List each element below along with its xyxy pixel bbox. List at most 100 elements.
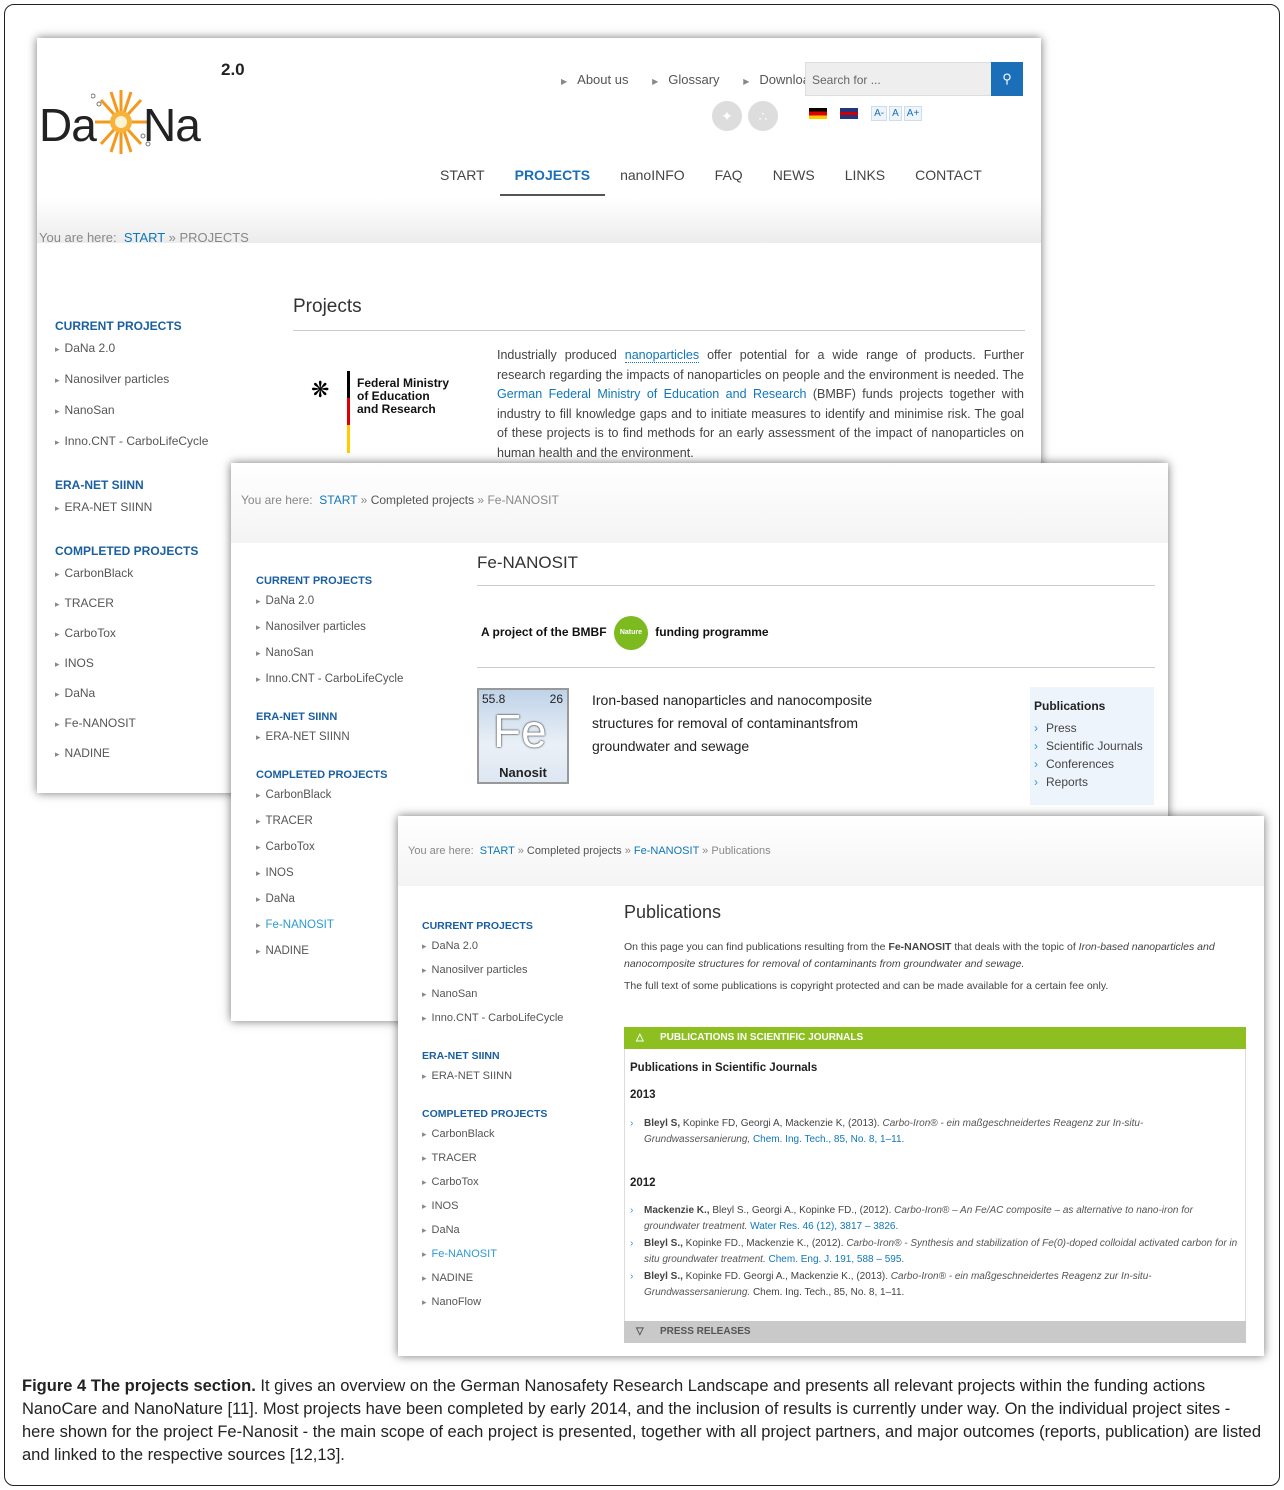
sidebar-item[interactable]: TRACER [55, 596, 208, 610]
bmbf-link[interactable]: German Federal Ministry of Education and… [497, 387, 806, 401]
publications-page-screenshot: You are here: START » Completed projects… [398, 816, 1264, 1356]
logo-text-right: Na [143, 99, 201, 151]
breadcrumb-separator: » [360, 493, 368, 507]
nav-news[interactable]: NEWS [758, 166, 830, 196]
ref-first-author: Mackenzie K., [644, 1205, 710, 1216]
uk-flag-icon[interactable] [840, 107, 859, 119]
logo-name: Nanosit [499, 765, 547, 780]
intro-text: Industrially produced [497, 348, 625, 362]
publication-entry: Bleyl S., Kopinke FD., Mackenzie K., (20… [630, 1236, 1238, 1268]
sidebar-item[interactable]: TRACER [256, 815, 403, 827]
sidebar-item[interactable]: CarbonBlack [422, 1128, 563, 1140]
sidebar-item[interactable]: NanoSan [256, 647, 403, 659]
ref-source-link[interactable]: Chem. Eng. J. 191, 588 – 595. [766, 1254, 905, 1265]
journals-accordion-header[interactable]: △ PUBLICATIONS IN SCIENTIFIC JOURNALS [624, 1027, 1246, 1049]
nav-contact[interactable]: CONTACT [900, 166, 997, 196]
nav-projects[interactable]: PROJECTS [499, 166, 606, 196]
nav-start[interactable]: START [425, 166, 500, 196]
search-input[interactable]: Search for ... [812, 73, 881, 87]
sidebar-item[interactable]: NADINE [256, 945, 403, 957]
breadcrumb-completed[interactable]: Completed projects [371, 493, 474, 507]
sidebar-item[interactable]: Inno.CNT - CarboLifeCycle [256, 673, 404, 685]
breadcrumb-project[interactable]: Fe-NANOSIT [634, 845, 699, 857]
sidebar-item[interactable]: CarboTox [256, 841, 403, 853]
sidebar-item[interactable]: CarbonBlack [55, 566, 208, 580]
dana-logo[interactable]: Da Na 2.0 [39, 60, 249, 190]
publications-menu: Press Scientific Journals Conferences Re… [1034, 721, 1143, 793]
german-flag-icon[interactable] [809, 107, 827, 119]
nanonature-badge[interactable]: Nature [613, 616, 648, 650]
sidebar-heading-current: CURRENT PROJECTS [422, 920, 533, 932]
sidebar-item-selected[interactable]: Fe-NANOSIT [422, 1248, 563, 1260]
sidebar-heading-eranet: ERA-NET SIINN [256, 711, 338, 723]
sidebar-item[interactable]: DaNa [256, 893, 403, 905]
sidebar-item[interactable]: INOS [256, 867, 403, 879]
divider [293, 330, 1025, 331]
nav-links[interactable]: LINKS [830, 166, 900, 196]
breadcrumb-start[interactable]: START [480, 845, 515, 857]
nav-nanoinfo[interactable]: nanoINFO [605, 166, 700, 196]
ref-authors: Kopinke FD. Georgi A., Mackenzie K., (20… [682, 1271, 891, 1282]
sidebar-item[interactable]: NADINE [55, 746, 208, 760]
font-normal-button[interactable]: A [889, 106, 902, 121]
sidebar-item[interactable]: DaNa [55, 686, 208, 700]
sidebar-item[interactable]: NanoFlow [422, 1296, 563, 1308]
nanoparticles-link[interactable]: nanoparticles [624, 348, 700, 363]
sidebar-item[interactable]: DaNa [422, 1224, 563, 1236]
publications-journals-link[interactable]: Scientific Journals [1034, 739, 1143, 757]
sidebar-item[interactable]: DaNa 2.0 [256, 595, 403, 607]
sidebar-item[interactable]: Inno.CNT - CarboLifeCycle [422, 1012, 564, 1024]
triangle-icon: ▶ [652, 77, 659, 86]
top-link-glossary[interactable]: ▶ Glossary [652, 72, 729, 87]
sidebar-item[interactable]: NanoSan [55, 403, 208, 417]
font-smaller-button[interactable]: A- [871, 106, 888, 121]
sidebar-item[interactable]: NanoSan [422, 988, 563, 1000]
ref-first-author: Bleyl S., [644, 1271, 683, 1282]
publications-reports-link[interactable]: Reports [1034, 775, 1143, 793]
publication-entry: Bleyl S., Kopinke FD. Georgi A., Mackenz… [630, 1269, 1238, 1301]
intro-text: that deals with the topic of [951, 941, 1079, 953]
sidebar-item[interactable]: TRACER [422, 1152, 563, 1164]
twitter-icon[interactable]: ✦ [712, 101, 742, 131]
sidebar-item[interactable]: CarboTox [55, 626, 208, 640]
sidebar-item[interactable]: Inno.CNT - CarboLifeCycle [55, 434, 209, 448]
ref-authors: Kopinke FD, Georgi A, Mackenzie K, (2013… [680, 1118, 883, 1129]
social-links: ✦ ∴ [712, 101, 784, 131]
sidebar-heading-current: CURRENT PROJECTS [55, 319, 182, 333]
sidebar: CURRENT PROJECTS DaNa 2.0 Nanosilver par… [55, 319, 208, 772]
intro-paragraph: Industrially produced nanoparticles offe… [497, 346, 1024, 463]
top-link-about[interactable]: ▶ About us [561, 72, 638, 87]
breadcrumb-current: Publications [711, 845, 771, 857]
font-larger-button[interactable]: A+ [903, 106, 923, 121]
publications-press-link[interactable]: Press [1034, 721, 1143, 739]
sidebar-item[interactable]: INOS [422, 1200, 563, 1212]
press-accordion-header[interactable]: ▽ PRESS RELEASES [624, 1321, 1246, 1343]
chevron-down-icon: ▽ [636, 1326, 644, 1337]
sidebar-item[interactable]: Fe-NANOSIT [55, 716, 208, 730]
bmbf-logo[interactable]: ❋ Federal Ministry of Education and Rese… [311, 343, 451, 453]
breadcrumb-completed[interactable]: Completed projects [527, 845, 622, 857]
sidebar-item[interactable]: CarboTox [422, 1176, 563, 1188]
ref-source-link[interactable]: Water Res. 46 (12), 3817 – 3826. [747, 1221, 898, 1232]
nav-faq[interactable]: FAQ [700, 166, 758, 196]
sidebar-item[interactable]: Nanosilver particles [256, 621, 403, 633]
sidebar-item[interactable]: ERA-NET SIINN [256, 731, 403, 743]
breadcrumb-start[interactable]: START [124, 230, 165, 245]
sidebar-item-selected[interactable]: Fe-NANOSIT [256, 919, 403, 931]
ref-source-link[interactable]: Chem. Ing. Tech., 85, No. 8, 1–11. [750, 1134, 904, 1145]
sidebar-item[interactable]: DaNa 2.0 [55, 341, 208, 355]
sidebar-item[interactable]: Nanosilver particles [55, 372, 208, 386]
rss-icon[interactable]: ∴ [748, 101, 778, 131]
sidebar-item[interactable]: INOS [55, 656, 208, 670]
breadcrumb-start[interactable]: START [319, 493, 357, 507]
search-box[interactable]: Search for ... ⚲ [805, 62, 1023, 96]
sidebar-item[interactable]: DaNa 2.0 [422, 940, 563, 952]
sidebar-item[interactable]: ERA-NET SIINN [55, 500, 208, 514]
search-icon[interactable]: ⚲ [991, 62, 1023, 96]
publications-conferences-link[interactable]: Conferences [1034, 757, 1143, 775]
breadcrumb-separator: » [168, 230, 176, 245]
sidebar-item[interactable]: NADINE [422, 1272, 563, 1284]
sidebar-item[interactable]: CarbonBlack [256, 789, 403, 801]
sidebar-item[interactable]: ERA-NET SIINN [422, 1070, 563, 1082]
sidebar-item[interactable]: Nanosilver particles [422, 964, 563, 976]
